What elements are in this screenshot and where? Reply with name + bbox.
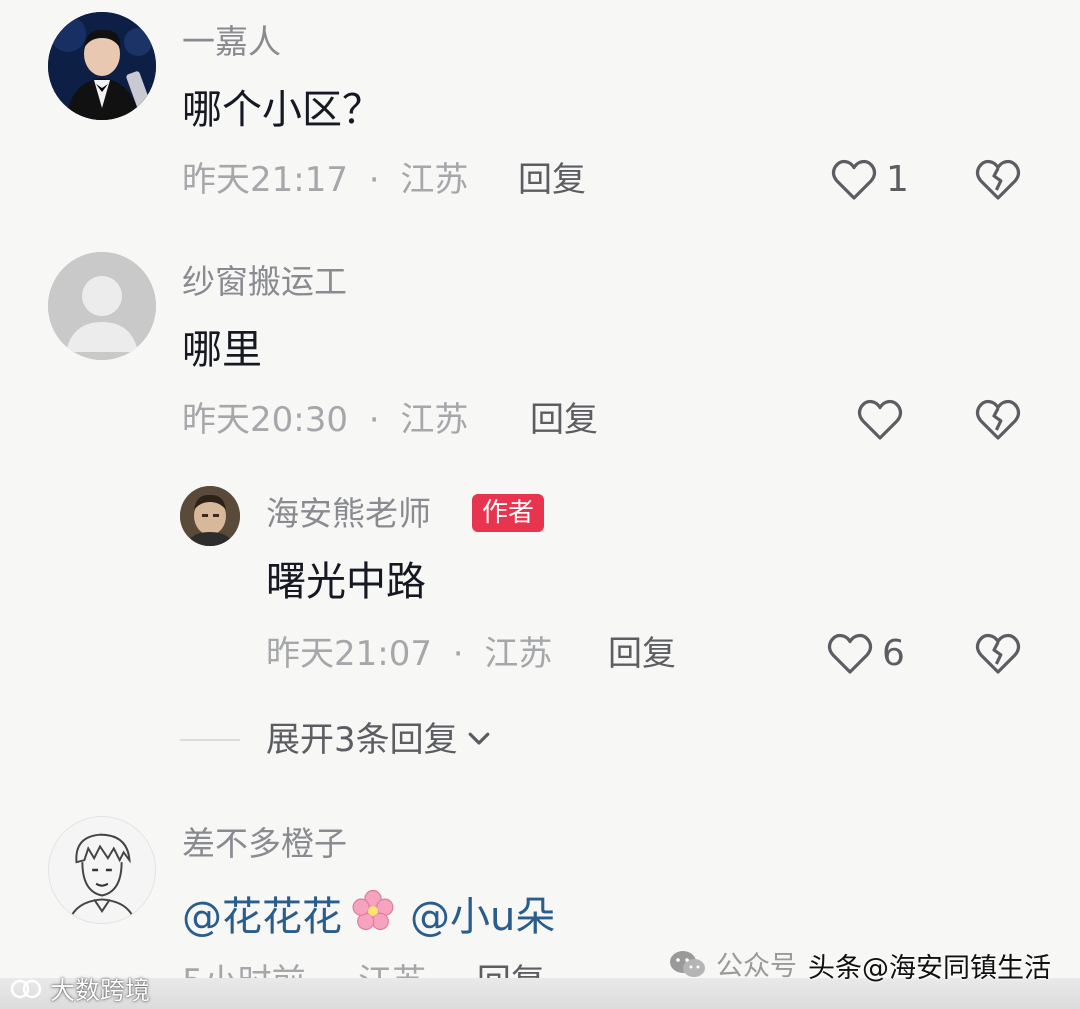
like-button[interactable] bbox=[826, 630, 874, 676]
reply-location: 江苏 bbox=[484, 634, 553, 674]
avatar[interactable] bbox=[48, 252, 156, 360]
comment-username[interactable]: 一嘉人 bbox=[182, 22, 281, 62]
reply-time: 昨天21:07 bbox=[266, 634, 432, 674]
watermark-center: 公众号 bbox=[668, 948, 797, 986]
reply-button[interactable]: 回复 bbox=[518, 158, 586, 202]
author-badge: 作者 bbox=[472, 494, 545, 532]
like-button[interactable] bbox=[830, 156, 878, 202]
avatar-image bbox=[48, 12, 156, 120]
dislike-button[interactable] bbox=[974, 156, 1022, 202]
reply-text: 曙光中路 bbox=[266, 559, 426, 605]
heart-outline-icon bbox=[826, 630, 874, 676]
comment-meta: 昨天21:17 · 江苏 bbox=[182, 158, 468, 202]
avatar-image bbox=[180, 486, 240, 546]
broken-heart-icon bbox=[974, 156, 1022, 202]
watermark-left: 大数跨境 bbox=[10, 974, 150, 1008]
meta-separator: · bbox=[368, 160, 380, 200]
expand-replies-button[interactable]: 展开3条回复 bbox=[266, 718, 494, 762]
comment-location: 江苏 bbox=[400, 160, 469, 200]
dislike-button[interactable] bbox=[974, 396, 1022, 442]
reply-button[interactable]: 回复 bbox=[608, 632, 676, 676]
wechat-icon bbox=[668, 948, 708, 986]
comment-username[interactable]: 差不多橙子 bbox=[182, 824, 347, 864]
cherry-blossom-icon bbox=[350, 888, 396, 945]
avatar[interactable] bbox=[48, 816, 156, 924]
mention-link[interactable]: @小u朵 bbox=[410, 893, 555, 941]
comment-username[interactable]: 纱窗搬运工 bbox=[182, 262, 347, 302]
meta-separator: · bbox=[452, 634, 464, 674]
default-avatar-icon bbox=[48, 252, 156, 360]
reply-meta: 昨天21:07 · 江苏 bbox=[266, 632, 552, 676]
like-count: 6 bbox=[882, 633, 905, 674]
mention-link[interactable]: @花花花 bbox=[182, 893, 342, 941]
comment-meta: 昨天20:30 · 江苏 bbox=[182, 398, 468, 442]
avatar[interactable] bbox=[180, 486, 240, 546]
avatar-image bbox=[49, 817, 155, 923]
expand-replies-label: 展开3条回复 bbox=[266, 720, 458, 760]
comment-location: 江苏 bbox=[400, 400, 469, 440]
comment-text: @花花花 @小u朵 bbox=[182, 888, 555, 945]
expand-divider bbox=[180, 739, 240, 741]
comment-time: 昨天21:17 bbox=[182, 160, 348, 200]
brand-logo-icon bbox=[10, 976, 44, 1006]
avatar[interactable] bbox=[48, 12, 156, 120]
meta-separator: · bbox=[368, 400, 380, 440]
heart-outline-icon bbox=[830, 156, 878, 202]
comment-time: 昨天20:30 bbox=[182, 400, 348, 440]
watermark-right: 头条@海安同镇生活 bbox=[808, 953, 1051, 984]
chevron-down-icon bbox=[464, 723, 494, 757]
like-button[interactable] bbox=[856, 396, 904, 442]
broken-heart-icon bbox=[974, 396, 1022, 442]
reply-button[interactable]: 回复 bbox=[530, 398, 598, 442]
comment-meta-clip: 5小时前 · 江苏 回复 bbox=[182, 960, 602, 980]
like-count: 1 bbox=[886, 159, 909, 200]
comment-meta: 5小时前 · 江苏 回复 bbox=[182, 960, 602, 980]
comment-text: 哪个小区？ bbox=[182, 87, 382, 133]
reply-username[interactable]: 海安熊老师 bbox=[266, 494, 431, 534]
watermark-center-text: 公众号 bbox=[716, 951, 797, 982]
dislike-button[interactable] bbox=[974, 630, 1022, 676]
watermark-left-text: 大数跨境 bbox=[50, 976, 151, 1005]
comment-text: 哪里 bbox=[182, 327, 262, 373]
broken-heart-icon bbox=[974, 630, 1022, 676]
heart-outline-icon bbox=[856, 396, 904, 442]
